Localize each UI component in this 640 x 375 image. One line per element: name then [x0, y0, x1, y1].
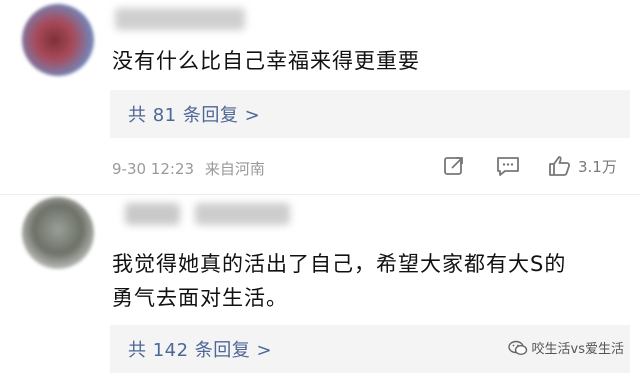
comment-meta: 9-30 12:23 来自河南: [112, 158, 265, 179]
username-blurred[interactable]: [125, 203, 180, 225]
username-blurred[interactable]: [195, 203, 290, 225]
replies-label: 共 142 条回复 >: [128, 340, 273, 361]
timestamp: 9-30 12:23: [112, 160, 195, 178]
comment-text: 我觉得她真的活出了自己，希望大家都有大S的 勇气去面对生活。: [112, 247, 566, 315]
wechat-icon: [507, 340, 527, 355]
like-button[interactable]: 3.1万: [548, 155, 617, 177]
like-icon: [549, 156, 571, 176]
replies-label: 共 81 条回复 >: [128, 105, 261, 126]
like-count: 3.1万: [578, 157, 617, 176]
comment-text-line: 我觉得她真的活出了自己，希望大家都有大S的: [112, 252, 567, 276]
comment-item: 没有什么比自己幸福来得更重要 共 81 条回复 > 9-30 12:23 来自河…: [0, 0, 640, 195]
comment-button[interactable]: [496, 155, 520, 177]
comment-icon: [497, 157, 519, 176]
location: 来自河南: [204, 160, 265, 178]
replies-button[interactable]: 共 81 条回复 >: [110, 90, 630, 138]
watermark-text: 咬生活vs爱生活: [531, 342, 624, 357]
comment-text: 没有什么比自己幸福来得更重要: [112, 49, 420, 73]
comment-text-line: 勇气去面对生活。: [112, 286, 288, 310]
watermark: 咬生活vs爱生活: [507, 338, 624, 357]
share-icon: [444, 157, 463, 175]
avatar[interactable]: [22, 4, 94, 76]
avatar[interactable]: [22, 197, 94, 269]
share-button[interactable]: [443, 155, 465, 177]
username-blurred[interactable]: [115, 8, 245, 30]
